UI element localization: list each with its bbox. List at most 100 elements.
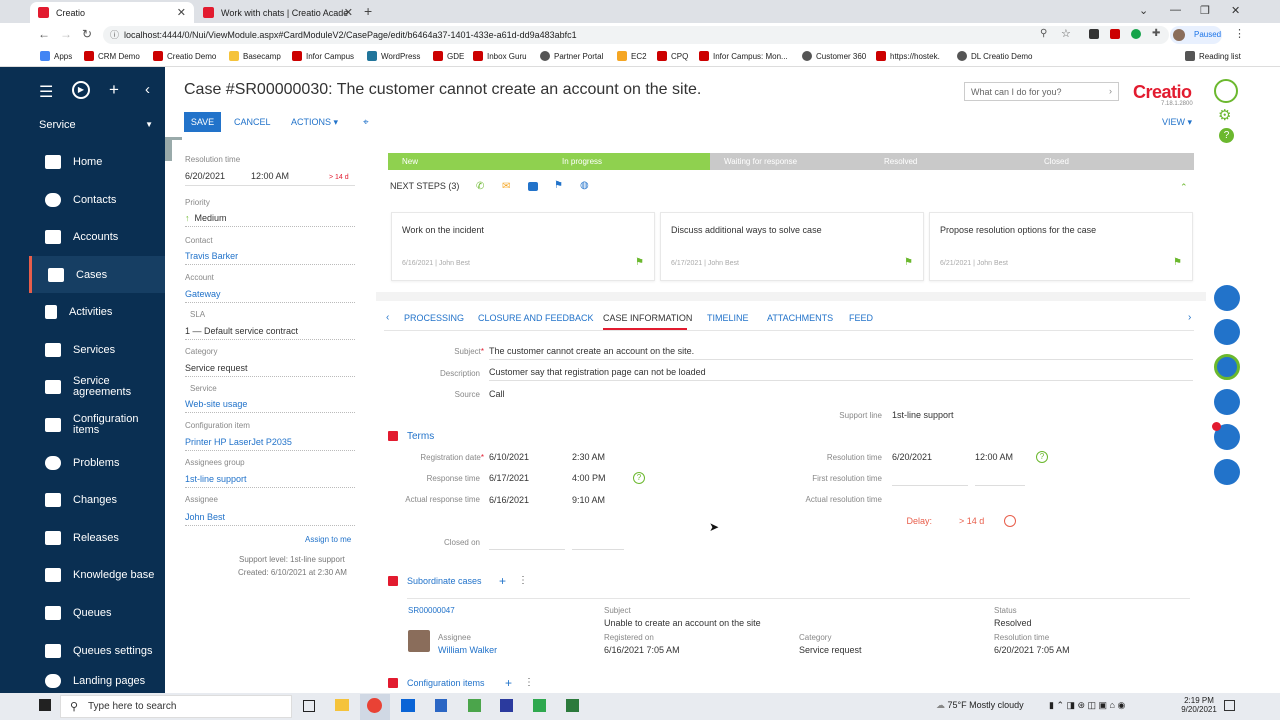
- task-card[interactable]: Propose resolution options for the case …: [929, 212, 1193, 281]
- close-tab-icon[interactable]: ✕: [177, 6, 186, 19]
- flag-icon[interactable]: ⚑: [554, 180, 563, 191]
- workplace-selector[interactable]: Service ▼: [29, 114, 165, 136]
- nav-item-problems[interactable]: Problems: [29, 444, 165, 481]
- flag-icon[interactable]: ⚑: [904, 257, 913, 268]
- subordinate-assignee-link[interactable]: William Walker: [438, 645, 497, 655]
- support-line-field[interactable]: 1st-line support: [892, 410, 954, 420]
- bookmark[interactable]: https://hostek.: [876, 51, 940, 61]
- email-icon[interactable]: [1214, 319, 1240, 345]
- tag-icon[interactable]: ⌖: [363, 117, 369, 128]
- stage-in-progress[interactable]: In progress: [548, 153, 710, 170]
- menu-kebab-icon[interactable]: ⋮: [524, 677, 534, 688]
- nav-item-contacts[interactable]: Contacts: [29, 181, 165, 218]
- phone-icon[interactable]: [1214, 285, 1240, 311]
- bookmark[interactable]: CPQ: [657, 51, 688, 61]
- priority-field[interactable]: ↑ Medium: [185, 213, 355, 227]
- nav-item-accounts[interactable]: Accounts: [29, 218, 165, 255]
- menu-kebab-icon[interactable]: ⋮: [1234, 27, 1245, 40]
- zoom-icon[interactable]: ⚲: [1040, 28, 1047, 39]
- gear-icon[interactable]: ⚙: [1218, 106, 1231, 124]
- closed-time-field[interactable]: [572, 549, 624, 550]
- add-icon[interactable]: +: [505, 676, 512, 690]
- hamburger-icon[interactable]: ☰: [39, 82, 53, 102]
- bookmark-star-icon[interactable]: ☆: [1061, 27, 1071, 40]
- nav-item-queues-settings[interactable]: Queues settings: [29, 632, 165, 669]
- tab-feed[interactable]: FEED: [849, 313, 873, 323]
- restore-icon[interactable]: ❐: [1200, 4, 1210, 17]
- nav-item-configuration-items[interactable]: Configuration items: [29, 406, 165, 443]
- stage-closed[interactable]: Closed: [1030, 153, 1194, 170]
- collapse-icon[interactable]: ‹: [145, 81, 150, 98]
- bookmark[interactable]: Customer 360: [802, 51, 866, 61]
- configuration-item-link[interactable]: Printer HP LaserJet P2035: [185, 437, 355, 451]
- tab-processing[interactable]: PROCESSING: [404, 313, 464, 323]
- puzzle-icon[interactable]: ✚: [1152, 28, 1160, 39]
- bookmark[interactable]: Inbox Guru: [473, 51, 527, 61]
- chat-icon[interactable]: [1214, 354, 1240, 380]
- resolution-time-field[interactable]: 12:00 AM: [975, 452, 1013, 462]
- file-explorer-icon[interactable]: [335, 699, 349, 711]
- nav-item-cases[interactable]: Cases: [29, 256, 165, 293]
- collapse-section-icon[interactable]: [388, 678, 398, 688]
- task-view-icon[interactable]: [303, 700, 315, 712]
- nav-item-changes[interactable]: Changes: [29, 481, 165, 518]
- closed-date-field[interactable]: [489, 549, 565, 550]
- app-icon[interactable]: [566, 699, 579, 712]
- category-field[interactable]: Service request: [185, 363, 355, 377]
- nav-item-landing-pages[interactable]: Landing pages: [29, 669, 165, 693]
- service-link[interactable]: Web-site usage: [185, 399, 355, 413]
- bookmark[interactable]: EC2: [617, 51, 647, 61]
- subject-field[interactable]: The customer cannot create an account on…: [489, 346, 1193, 360]
- profile-icon[interactable]: [1214, 79, 1238, 103]
- actions-button[interactable]: ACTIONS ▾: [291, 117, 338, 128]
- tab-search-icon[interactable]: ⌄: [1139, 4, 1148, 17]
- email-icon[interactable]: ✉: [502, 181, 510, 192]
- clock[interactable]: 2:19 PM 9/20/2021: [1181, 696, 1217, 714]
- chat-icon[interactable]: [528, 182, 538, 191]
- bookmark[interactable]: Infor Campus: Mon...: [699, 51, 788, 61]
- bookmark[interactable]: Basecamp: [229, 51, 281, 61]
- stage-resolved[interactable]: Resolved: [870, 153, 1030, 170]
- assignees-group-link[interactable]: 1st-line support: [185, 474, 355, 488]
- camtasia-icon[interactable]: [533, 699, 546, 712]
- contact-link[interactable]: Travis Barker: [185, 251, 355, 265]
- source-field[interactable]: Call: [489, 389, 505, 399]
- flag-icon[interactable]: ⚑: [635, 257, 644, 268]
- globe-icon[interactable]: ◍: [580, 180, 589, 191]
- browser-tab-academy[interactable]: Work with chats | Creatio Acade ✕: [195, 2, 361, 23]
- account-link[interactable]: Gateway: [185, 289, 355, 303]
- terms-section-title[interactable]: Terms: [407, 431, 434, 442]
- flag-icon[interactable]: ⚑: [1173, 257, 1182, 268]
- registration-date-field[interactable]: 6/10/2021: [489, 452, 529, 462]
- stage-new[interactable]: New: [388, 153, 548, 170]
- forward-icon[interactable]: →: [60, 27, 72, 41]
- view-button[interactable]: VIEW ▾: [1162, 117, 1192, 128]
- nav-item-activities[interactable]: Activities: [29, 293, 165, 330]
- weather-widget[interactable]: ☁ 75°F Mostly cloudy: [936, 700, 1024, 711]
- bookmark[interactable]: GDE: [433, 51, 464, 61]
- nav-item-services[interactable]: Services: [29, 331, 165, 368]
- command-line-input[interactable]: What can I do for you? ›: [964, 82, 1119, 101]
- first-resolution-time-field[interactable]: [975, 485, 1025, 486]
- app-icon[interactable]: [435, 699, 447, 712]
- tabs-scroll-right-icon[interactable]: ›: [1188, 312, 1191, 323]
- menu-kebab-icon[interactable]: ⋮: [518, 575, 528, 586]
- save-button[interactable]: SAVE: [184, 112, 221, 132]
- help-icon[interactable]: ?: [1036, 451, 1048, 463]
- assignee-link[interactable]: John Best: [185, 512, 355, 526]
- help-icon[interactable]: ?: [633, 472, 645, 484]
- pdf-extension-icon[interactable]: [1110, 29, 1120, 39]
- browser-tab-creatio[interactable]: Creatio ✕: [30, 2, 194, 23]
- tasks-icon[interactable]: [1214, 459, 1240, 485]
- task-card[interactable]: Discuss additional ways to solve case 6/…: [660, 212, 924, 281]
- profile-button[interactable]: Paused: [1170, 26, 1222, 44]
- new-tab-icon[interactable]: +: [364, 3, 372, 19]
- close-tab-icon[interactable]: ✕: [344, 6, 353, 19]
- stage-waiting-for-response[interactable]: Waiting for response: [710, 153, 870, 170]
- collapse-section-icon[interactable]: [388, 576, 398, 586]
- taskbar-search-input[interactable]: ⚲ Type here to search: [60, 695, 292, 718]
- system-tray-icons[interactable]: ▮ ⌃ ◨ ⊛ ◫ ▣ ⌂ ◉: [1049, 700, 1125, 711]
- first-resolution-date-field[interactable]: [892, 485, 968, 486]
- tab-closure-and-feedback[interactable]: CLOSURE AND FEEDBACK: [478, 313, 594, 323]
- outlook-icon[interactable]: [401, 699, 415, 712]
